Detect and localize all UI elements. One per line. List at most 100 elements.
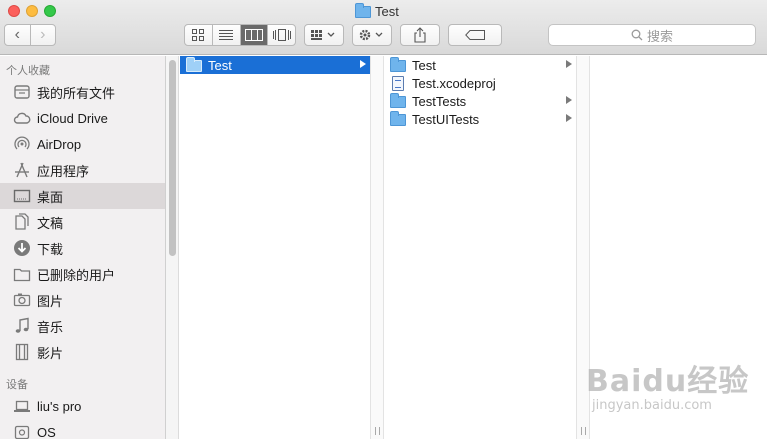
cover-flow-icon	[272, 29, 291, 41]
window-title: Test	[355, 3, 399, 19]
music-icon	[12, 317, 31, 336]
sidebar-item-movies[interactable]: 影片	[0, 339, 165, 365]
columns-icon	[244, 29, 263, 41]
sidebar-item-label: 图片	[37, 293, 64, 309]
sidebar-item-desktop[interactable]: 桌面	[0, 183, 165, 209]
folder-icon	[390, 57, 406, 72]
close-window-button[interactable]	[8, 5, 20, 17]
sidebar-item-label: 应用程序	[37, 163, 90, 179]
item-label: TestTests	[412, 93, 467, 109]
xcode-project-file-icon	[392, 75, 404, 91]
watermark-url: jingyan.baidu.com	[592, 398, 712, 413]
sidebar-item-applications[interactable]: 应用程序	[0, 157, 165, 183]
resize-grip-icon	[375, 427, 380, 435]
sidebar-scrollbar[interactable]	[166, 56, 179, 439]
sidebar-item-downloads[interactable]: 下载	[0, 235, 165, 261]
sidebar-item-documents[interactable]: 文稿	[0, 209, 165, 235]
sidebar-item-pictures[interactable]: 图片	[0, 287, 165, 313]
view-mode-control	[184, 24, 296, 46]
list-item[interactable]: TestTests	[384, 92, 576, 110]
resize-grip-icon	[581, 427, 586, 435]
share-button[interactable]	[400, 24, 440, 46]
disclosure-arrow-icon	[566, 96, 572, 104]
sidebar-item-music[interactable]: 音乐	[0, 313, 165, 339]
applications-icon	[12, 161, 31, 180]
item-label: Test.xcodeproj	[412, 75, 496, 91]
sidebar-item-label: liu's pro	[37, 398, 82, 414]
gear-icon	[359, 29, 383, 41]
sidebar-item-label: 文稿	[37, 215, 64, 231]
sidebar-item-label: 音乐	[37, 319, 64, 335]
disk-icon	[12, 423, 31, 439]
airdrop-icon	[12, 135, 31, 154]
sidebar-item-label: 下载	[37, 241, 64, 257]
cover-flow-view-button[interactable]	[268, 25, 295, 45]
sidebar-item-label: 影片	[37, 345, 64, 361]
sidebar: 个人收藏 我的所有文件 iCloud Drive AirDrop 应用程序 桌面…	[0, 56, 166, 439]
arrange-button[interactable]	[304, 24, 344, 46]
cloud-icon	[12, 109, 31, 128]
sidebar-item-label: AirDrop	[37, 136, 82, 152]
disclosure-arrow-icon	[566, 114, 572, 122]
search-placeholder: 搜索	[646, 28, 673, 44]
documents-icon	[12, 213, 31, 232]
search-icon	[631, 29, 643, 41]
column-2: Test Test.xcodeproj TestTests TestUITest…	[384, 56, 576, 439]
sidebar-scrollbar-thumb[interactable]	[169, 60, 176, 256]
folder-icon	[390, 111, 406, 126]
list-view-button[interactable]	[213, 25, 241, 45]
minimize-window-button[interactable]	[26, 5, 38, 17]
icon-grid-icon	[192, 29, 205, 41]
sidebar-item-device-os[interactable]: OS	[0, 419, 165, 439]
folder-icon	[186, 57, 202, 72]
sidebar-item-all-files[interactable]: 我的所有文件	[0, 79, 165, 105]
column-1: Test	[180, 56, 370, 439]
list-item[interactable]: Test	[180, 56, 370, 74]
sidebar-item-label: 我的所有文件	[37, 85, 116, 101]
arrange-grid-icon	[311, 30, 335, 40]
item-label: TestUITests	[412, 111, 480, 127]
laptop-icon	[12, 397, 31, 416]
action-button[interactable]	[352, 24, 392, 46]
list-icon	[219, 30, 234, 40]
search-input[interactable]: 搜索	[548, 24, 756, 46]
baidu-watermark: Baidu经验 jingyan.baidu.com	[586, 356, 756, 426]
nav-buttons: ‹ ›	[4, 24, 56, 46]
back-button[interactable]: ‹	[5, 25, 30, 45]
devices-heading: 设备	[6, 379, 28, 391]
sidebar-item-label: OS	[37, 424, 56, 439]
sidebar-item-label: 桌面	[37, 189, 64, 205]
sidebar-item-label: iCloud Drive	[37, 110, 108, 126]
desktop-icon	[12, 187, 31, 206]
list-item[interactable]: Test.xcodeproj	[384, 74, 576, 92]
folder-icon	[390, 93, 406, 108]
column-view-button[interactable]	[240, 25, 269, 45]
sidebar-item-icloud-drive[interactable]: iCloud Drive	[0, 105, 165, 131]
sidebar-item-label: 已删除的用户	[37, 267, 116, 283]
watermark-logo-text: Baidu经验	[586, 364, 750, 399]
item-label: Test	[412, 57, 436, 73]
disclosure-arrow-icon	[566, 60, 572, 68]
window-toolbar: Test ‹ › 搜索	[0, 0, 767, 55]
disclosure-arrow-icon	[360, 60, 366, 68]
forward-button[interactable]: ›	[31, 25, 56, 45]
sidebar-item-airdrop[interactable]: AirDrop	[0, 131, 165, 157]
window-title-text: Test	[375, 3, 399, 19]
fullscreen-window-button[interactable]	[44, 5, 56, 17]
tag-icon	[465, 30, 485, 40]
column-1-resize-handle[interactable]	[370, 56, 384, 439]
film-icon	[12, 343, 31, 362]
favorites-heading: 个人收藏	[6, 65, 50, 77]
list-item[interactable]: TestUITests	[384, 110, 576, 128]
sidebar-item-device-liu-pro[interactable]: liu's pro	[0, 393, 165, 419]
camera-icon	[12, 291, 31, 310]
list-item[interactable]: Test	[384, 56, 576, 74]
tag-button[interactable]	[448, 24, 502, 46]
sidebar-item-deleted-users[interactable]: 已删除的用户	[0, 261, 165, 287]
icon-view-button[interactable]	[185, 25, 213, 45]
folder-icon	[355, 3, 371, 18]
item-label: Test	[208, 57, 232, 73]
downloads-icon	[12, 239, 31, 258]
share-icon	[414, 27, 426, 43]
folder-icon	[12, 265, 31, 284]
